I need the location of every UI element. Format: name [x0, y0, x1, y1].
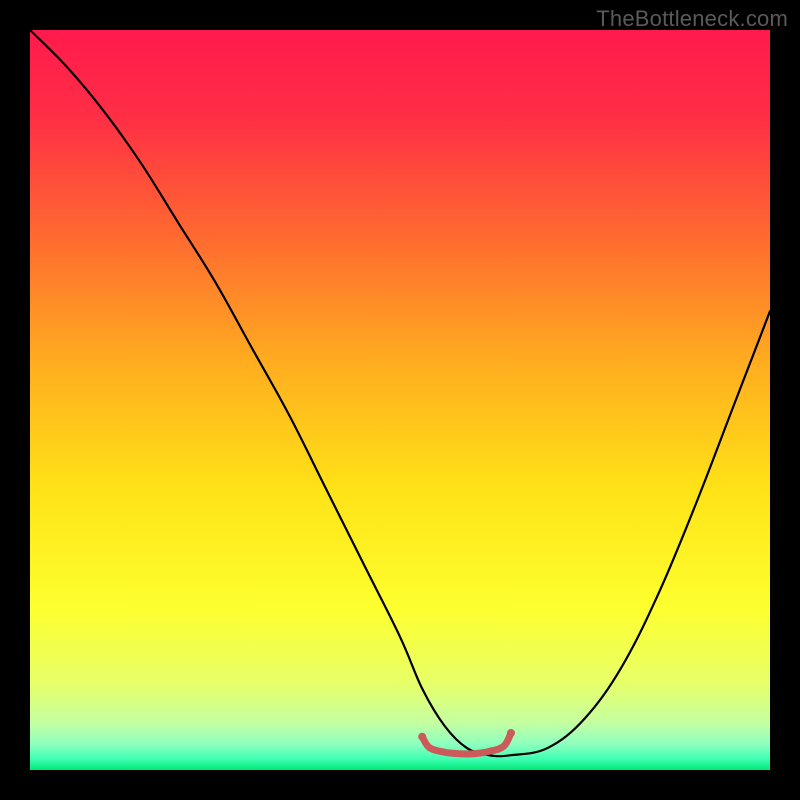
- optimal-zone-end-dot: [418, 733, 426, 741]
- plot-area: [30, 30, 770, 770]
- chart-frame: TheBottleneck.com: [0, 0, 800, 800]
- plot-svg: [30, 30, 770, 770]
- watermark-text: TheBottleneck.com: [596, 6, 788, 32]
- optimal-zone-end-dot: [507, 729, 515, 737]
- gradient-background: [30, 30, 770, 770]
